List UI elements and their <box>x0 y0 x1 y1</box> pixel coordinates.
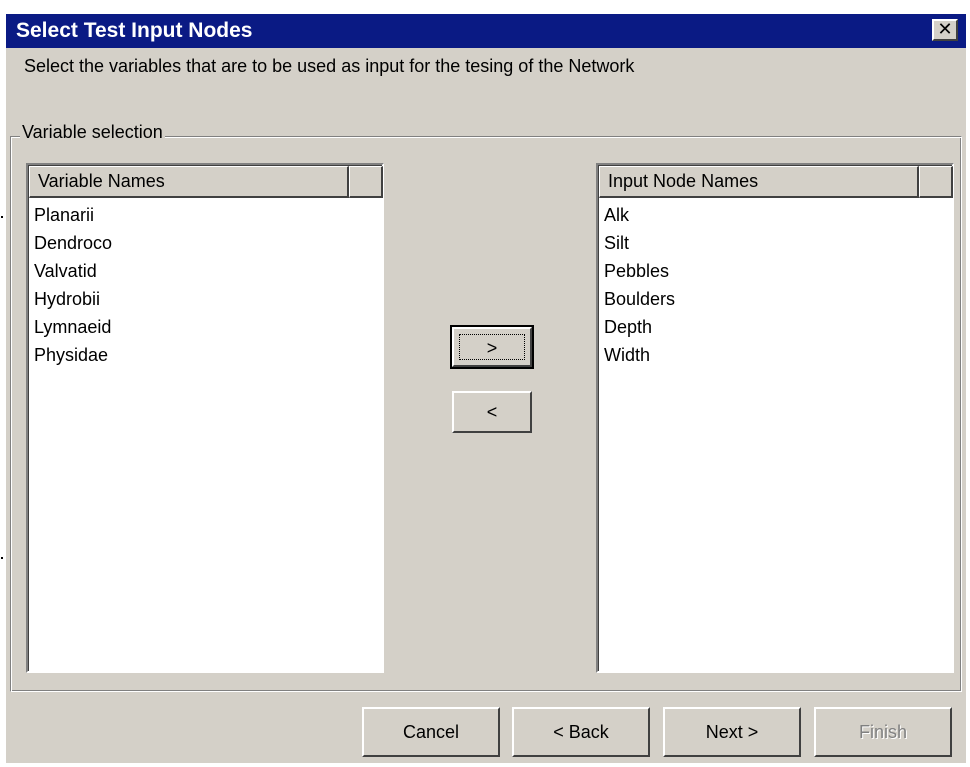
list-header: Variable Names <box>29 166 383 198</box>
dialog-title: Select Test Input Nodes <box>16 19 253 42</box>
list-item[interactable]: Physidae <box>34 341 112 369</box>
close-icon: ✕ <box>937 19 953 39</box>
list-item[interactable]: Valvatid <box>34 257 112 285</box>
input-node-names-items: Alk Silt Pebbles Boulders Depth Width <box>604 201 675 369</box>
variable-selection-label: Variable selection <box>20 122 165 143</box>
list-item[interactable]: Boulders <box>604 285 675 313</box>
list-item[interactable]: Dendroco <box>34 229 112 257</box>
column-header-variable-names[interactable]: Variable Names <box>29 166 349 198</box>
list-item[interactable]: Silt <box>604 229 675 257</box>
close-button[interactable]: ✕ <box>932 19 958 41</box>
finish-button: Finish <box>814 707 952 757</box>
variable-names-items: Planarii Dendroco Valvatid Hydrobii Lymn… <box>34 201 112 369</box>
back-button[interactable]: < Back <box>512 707 650 757</box>
next-button[interactable]: Next > <box>663 707 801 757</box>
edge-mark <box>1 216 3 218</box>
input-node-names-list[interactable]: Input Node Names Alk Silt Pebbles Boulde… <box>596 163 954 673</box>
instruction-text: Select the variables that are to be used… <box>24 56 635 76</box>
list-item[interactable]: Hydrobii <box>34 285 112 313</box>
add-to-input-button[interactable]: > <box>450 325 534 369</box>
column-header-empty[interactable] <box>349 166 383 198</box>
column-header-empty[interactable] <box>919 166 953 198</box>
edge-mark <box>1 557 3 559</box>
wizard-dialog: Select Test Input Nodes ✕ Select the var… <box>6 14 966 763</box>
column-header-input-node-names[interactable]: Input Node Names <box>599 166 919 198</box>
button-label: > <box>459 334 525 360</box>
list-item[interactable]: Lymnaeid <box>34 313 112 341</box>
list-item[interactable]: Alk <box>604 201 675 229</box>
variable-names-list[interactable]: Variable Names Planarii Dendroco Valvati… <box>26 163 384 673</box>
list-item[interactable]: Planarii <box>34 201 112 229</box>
list-item[interactable]: Width <box>604 341 675 369</box>
list-item[interactable]: Pebbles <box>604 257 675 285</box>
remove-from-input-button[interactable]: < <box>452 391 532 433</box>
title-bar[interactable]: Select Test Input Nodes ✕ <box>6 14 966 48</box>
list-header: Input Node Names <box>599 166 953 198</box>
cancel-button[interactable]: Cancel <box>362 707 500 757</box>
list-item[interactable]: Depth <box>604 313 675 341</box>
